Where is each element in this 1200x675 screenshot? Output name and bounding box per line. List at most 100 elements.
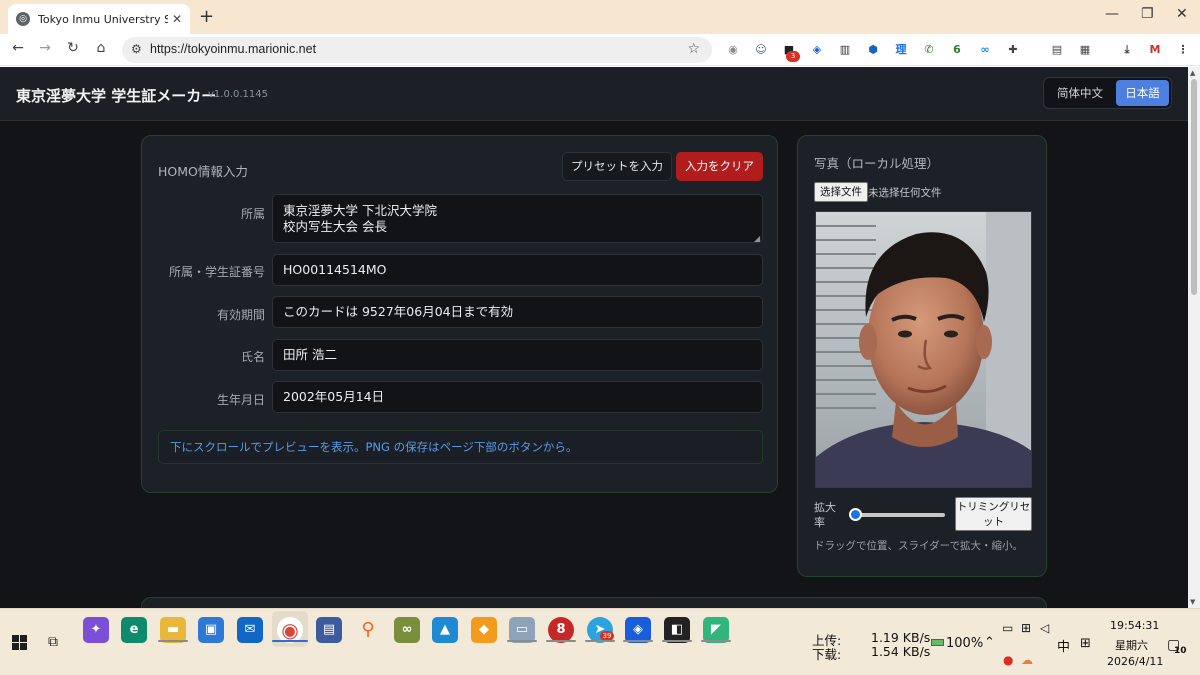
qr-code-icon[interactable]: ▦ xyxy=(1078,43,1092,57)
preview-hint: 下にスクロールでプレビューを表示。PNG の保存はページ下部のボタンから。 xyxy=(158,430,763,464)
mario-extension-icon[interactable]: M xyxy=(1148,43,1162,57)
remote-desktop-icon[interactable]: ▤ xyxy=(316,617,342,643)
url-text[interactable]: https://tokyoinmu.marionic.net xyxy=(150,42,316,56)
bookmark-star-icon[interactable]: ☆ xyxy=(687,41,700,57)
birthdate-input[interactable]: 2002年05月14日 xyxy=(272,381,763,413)
zoom-label: 拡大率 xyxy=(814,501,836,529)
app-header: 東京淫夢大学 学生証メーカー v1.0.0.1145 简体中文 日本語 xyxy=(0,67,1188,121)
copilot-icon[interactable]: ✦ xyxy=(83,617,109,643)
language-ja-button[interactable]: 日本語 xyxy=(1116,80,1169,106)
back-icon[interactable]: ← xyxy=(9,40,27,56)
app-version: v1.0.0.1145 xyxy=(208,89,268,100)
download-speed: 1.54 KB/s xyxy=(871,644,931,659)
shield-extension-icon[interactable]: ⬢ xyxy=(866,43,880,57)
trim-reset-button[interactable]: トリミングリセット xyxy=(955,497,1032,531)
homo-info-form: HOMO情報入力 プリセットを入力 入力をクリア 所属 東京淫夢大学 下北沢大学… xyxy=(141,135,778,493)
cloud-tray-icon[interactable]: ☁ xyxy=(1021,653,1033,667)
home-icon[interactable]: ⌂ xyxy=(92,40,110,56)
task-view-icon[interactable]: ⧉ xyxy=(48,634,58,650)
ghost-extension-icon[interactable]: ☺ xyxy=(754,43,768,57)
browser-toolbar: ← → ↻ ⌂ ⚙ https://tokyoinmu.marionic.net… xyxy=(0,34,1200,66)
network-icon[interactable]: ⊞ xyxy=(1021,621,1031,635)
edge-icon[interactable]: e xyxy=(121,617,147,643)
app-title: 東京淫夢大学 学生証メーカー xyxy=(16,87,217,105)
restore-icon[interactable]: ❐ xyxy=(1141,6,1154,22)
download-icon[interactable]: ⤓ xyxy=(1120,43,1134,57)
clock-date[interactable]: 2026/4/11 xyxy=(1107,655,1163,668)
portrait-photo xyxy=(816,212,1031,487)
name-input[interactable]: 田所 浩二 xyxy=(272,339,763,371)
scroll-down-icon[interactable]: ▼ xyxy=(1190,598,1195,606)
loop-extension-icon[interactable]: ∞ xyxy=(978,43,992,57)
clock-weekday[interactable]: 星期六 xyxy=(1115,637,1148,653)
scrollbar-thumb[interactable] xyxy=(1191,79,1197,295)
windows-start-icon[interactable] xyxy=(12,635,27,650)
battery-icon[interactable] xyxy=(931,639,944,646)
new-tab-icon[interactable]: + xyxy=(199,6,214,27)
photo-title: 写真（ローカル処理） xyxy=(814,156,940,171)
download-label: 下载: xyxy=(812,647,842,662)
six-extension-icon[interactable]: 6 xyxy=(950,43,964,57)
choose-file-button[interactable]: 选择文件 xyxy=(814,182,868,202)
running-indicator xyxy=(507,640,537,642)
running-indicator xyxy=(662,640,692,642)
extension-badge: 3 xyxy=(786,51,800,62)
circle-extension-icon[interactable]: ◉ xyxy=(726,43,740,57)
student-number-input[interactable]: HO00114514MO xyxy=(272,254,763,286)
name-label: 氏名 xyxy=(240,350,265,364)
display-icon[interactable]: ▭ xyxy=(1002,621,1013,635)
mario-tray-icon[interactable]: ● xyxy=(1003,653,1013,667)
globe-icon: ◎ xyxy=(16,12,30,26)
language-zh-button[interactable]: 简体中文 xyxy=(1048,80,1112,106)
clock-time[interactable]: 19:54:31 xyxy=(1110,619,1159,632)
form-title: HOMO情報入力 xyxy=(158,164,248,179)
notification-count: 10 xyxy=(1174,646,1187,656)
kanji-extension-icon[interactable]: 理 xyxy=(894,43,908,57)
browser-tab[interactable]: ◎ Tokyo Inmu Universtry Stude ✕ xyxy=(8,4,190,34)
address-bar[interactable]: ⚙ https://tokyoinmu.marionic.net ☆ xyxy=(122,37,712,63)
reading-list-icon[interactable]: ▤ xyxy=(1050,43,1064,57)
microsoft-store-icon[interactable]: ▣ xyxy=(198,617,224,643)
show-hidden-icons[interactable]: ⌃ xyxy=(984,635,995,650)
file-status: 未选择任何文件 xyxy=(868,187,942,199)
running-indicator-active xyxy=(272,640,308,642)
phone-extension-icon[interactable]: ✆ xyxy=(922,43,936,57)
preset-button[interactable]: プリセットを入力 xyxy=(562,152,672,181)
photo-app-icon[interactable]: ▲ xyxy=(432,617,458,643)
search-app-icon[interactable]: ⚲ xyxy=(355,617,381,643)
vpn-app-icon[interactable]: ∞ xyxy=(394,617,420,643)
mail-icon[interactable]: ✉ xyxy=(237,617,263,643)
running-indicator xyxy=(701,640,731,642)
photo-panel: 写真（ローカル処理） 选择文件 未选择任何文件 拡大率 トリミングリセット ドラ… xyxy=(797,135,1047,577)
photo-preview[interactable] xyxy=(815,211,1032,488)
menu-icon[interactable]: ⋮ xyxy=(1176,43,1190,57)
ime-mode-icon[interactable]: ⊞ xyxy=(1080,636,1091,651)
zoom-slider[interactable] xyxy=(848,508,945,521)
upload-speed: 1.19 KB/s xyxy=(871,630,931,645)
zoom-slider-thumb[interactable] xyxy=(848,508,862,521)
close-window-icon[interactable]: ✕ xyxy=(1176,6,1188,22)
page-scrollbar[interactable]: ▲ ▼ xyxy=(1188,67,1200,608)
reload-icon[interactable]: ↻ xyxy=(64,40,82,56)
volume-icon[interactable]: ◁ xyxy=(1040,621,1049,635)
clear-button[interactable]: 入力をクリア xyxy=(676,152,763,181)
archive-extension-icon[interactable]: ▥ xyxy=(838,43,852,57)
site-settings-icon[interactable]: ⚙ xyxy=(131,42,142,56)
close-tab-icon[interactable]: ✕ xyxy=(172,12,182,26)
puzzle-extension-icon[interactable]: ✚ xyxy=(1006,43,1020,57)
birthdate-label: 生年月日 xyxy=(216,393,265,407)
minimize-icon[interactable]: — xyxy=(1105,6,1119,22)
ime-language[interactable]: 中 xyxy=(1057,636,1070,655)
web-page: 東京淫夢大学 学生証メーカー v1.0.0.1145 简体中文 日本語 HOMO… xyxy=(0,67,1188,608)
photo-hint: ドラッグで位置、スライダーで拡大・縮小。 xyxy=(814,540,1023,552)
share-app-icon[interactable]: ◆ xyxy=(471,617,497,643)
tab-strip: ◎ Tokyo Inmu Universtry Stude ✕ + — ❐ ✕ xyxy=(0,0,1200,34)
tab-title: Tokyo Inmu Universtry Stude xyxy=(38,12,168,26)
affiliation-textarea[interactable]: 東京淫夢大学 下北沢大学院 校内写生大会 会長 xyxy=(272,194,763,243)
battery-percent[interactable]: 100% xyxy=(946,636,983,651)
validity-label: 有効期間 xyxy=(216,308,265,322)
bitwarden-extension-icon[interactable]: ◈ xyxy=(810,43,824,57)
validity-input[interactable]: このカードは 9527年06月04日まで有効 xyxy=(272,296,763,328)
scroll-up-icon[interactable]: ▲ xyxy=(1190,69,1195,77)
forward-icon[interactable]: → xyxy=(36,40,54,56)
